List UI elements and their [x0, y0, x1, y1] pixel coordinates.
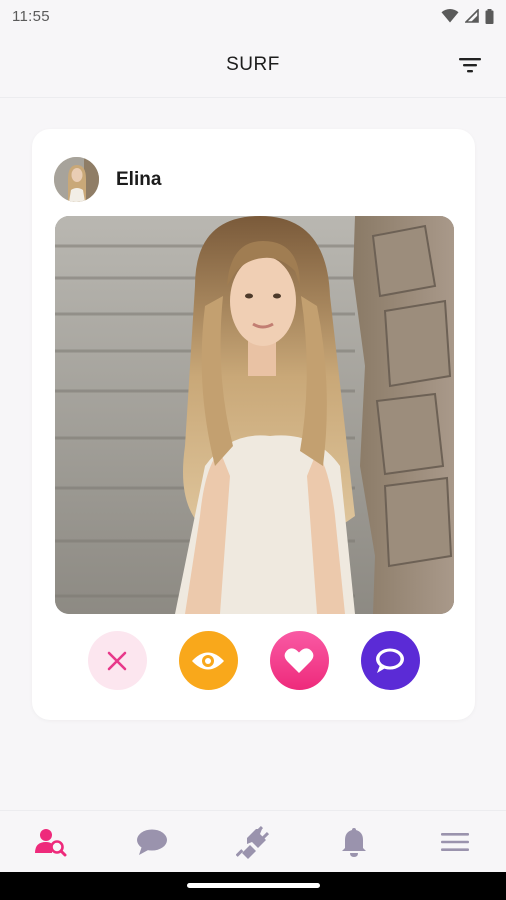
nav-menu[interactable] [425, 817, 485, 867]
status-icons [441, 8, 494, 24]
profile-name: Elina [116, 168, 162, 190]
status-time: 11:55 [12, 7, 50, 25]
wifi-icon [441, 9, 459, 23]
eye-icon [192, 652, 224, 669]
profile-card: Elina [32, 129, 475, 720]
battery-icon [485, 8, 494, 24]
home-gesture-handle[interactable] [187, 883, 320, 888]
close-icon [107, 651, 127, 670]
dislike-button[interactable] [87, 631, 147, 690]
chat-bubble-icon [376, 648, 404, 673]
bottom-navigation [0, 810, 506, 872]
hamburger-menu-icon [441, 832, 470, 851]
filter-icon [459, 58, 481, 73]
nav-notifications[interactable] [324, 817, 384, 867]
user-search-icon [34, 828, 67, 856]
system-gesture-bar [0, 872, 506, 900]
avatar[interactable] [54, 157, 99, 202]
nav-discover[interactable] [21, 817, 81, 867]
message-button[interactable] [360, 631, 420, 690]
like-button[interactable] [269, 631, 329, 690]
nav-matches[interactable] [223, 817, 283, 867]
signal-icon [465, 9, 479, 23]
profile-photo-image [55, 216, 454, 614]
nav-chats[interactable] [122, 817, 182, 867]
action-buttons [32, 631, 475, 691]
filter-button[interactable] [456, 52, 484, 78]
plug-icon [235, 825, 270, 859]
app-bar: SURF [0, 32, 506, 98]
app-title: SURF [226, 53, 280, 75]
app-screen: 11:55 SURF Elina [0, 0, 506, 900]
heart-icon [284, 648, 314, 673]
status-bar: 11:55 [0, 0, 506, 32]
avatar-image [54, 157, 99, 202]
chat-icon [136, 829, 167, 855]
profile-photo[interactable] [55, 216, 454, 614]
view-profile-button[interactable] [178, 631, 238, 690]
profile-header: Elina [54, 157, 161, 202]
bell-icon [342, 827, 367, 857]
